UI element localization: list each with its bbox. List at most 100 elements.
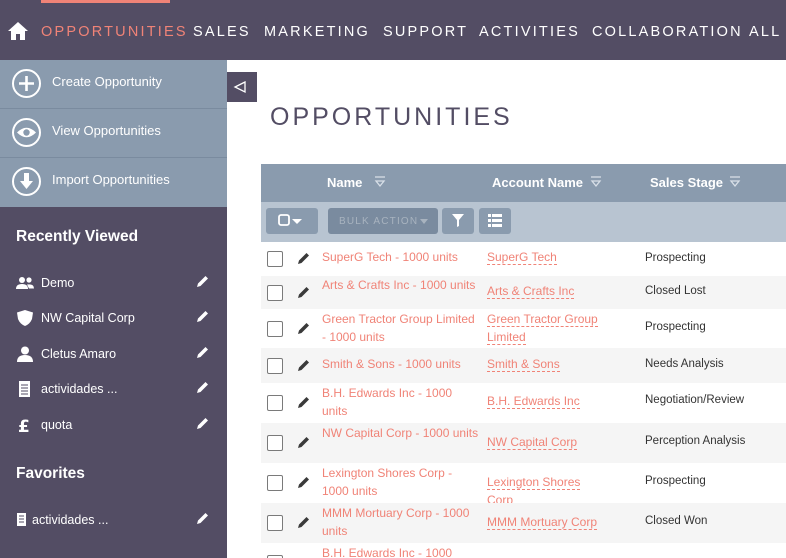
- list-icon: [488, 214, 502, 227]
- column-header-account[interactable]: Account Name: [492, 175, 583, 190]
- table-row: B.H. Edwards Inc - 1000 units: [261, 543, 786, 558]
- pencil-icon[interactable]: [296, 285, 311, 300]
- eye-icon: [12, 118, 41, 147]
- row-checkbox[interactable]: [267, 475, 283, 491]
- opportunity-name-link[interactable]: SuperG Tech - 1000 units: [322, 249, 480, 267]
- nav-item-collaboration[interactable]: COLLABORATION: [592, 24, 743, 40]
- pound-icon: £: [18, 417, 30, 433]
- recent-item-label: Demo: [41, 276, 75, 290]
- account-name-link[interactable]: B.H. Edwards Inc: [487, 393, 605, 411]
- row-checkbox[interactable]: [267, 321, 283, 337]
- plus-circle-icon: [12, 69, 41, 98]
- table-row: SuperG Tech - 1000 units SuperG Tech Pro…: [261, 243, 786, 276]
- sort-icon[interactable]: [589, 176, 603, 190]
- row-checkbox[interactable]: [267, 285, 283, 301]
- select-all-dropdown[interactable]: [266, 208, 318, 234]
- document-icon: [17, 513, 26, 526]
- pencil-icon[interactable]: [296, 358, 311, 373]
- column-header-sales-stage[interactable]: Sales Stage: [650, 175, 723, 190]
- nav-item-marketing[interactable]: MARKETING: [264, 24, 370, 40]
- table-row: NW Capital Corp - 1000 units NW Capital …: [261, 423, 786, 463]
- favorites-title: Favorites: [16, 465, 85, 482]
- table-header: Name Account Name Sales Stage: [261, 164, 786, 202]
- pencil-icon[interactable]: [195, 380, 210, 395]
- sales-stage-value: Closed Lost: [645, 285, 706, 297]
- row-checkbox[interactable]: [267, 435, 283, 451]
- filter-button[interactable]: [442, 208, 474, 234]
- favorite-item-label: actividades ...: [32, 513, 109, 527]
- table-row: Lexington Shores Corp - 1000 units Lexin…: [261, 463, 786, 508]
- account-name-link[interactable]: NW Capital Corp: [487, 434, 605, 452]
- row-checkbox[interactable]: [267, 395, 283, 411]
- pencil-icon[interactable]: [296, 515, 311, 530]
- opportunity-name-link[interactable]: B.H. Edwards Inc - 1000 units: [322, 385, 480, 420]
- row-checkbox[interactable]: [267, 358, 283, 374]
- opportunity-name-link[interactable]: MMM Mortuary Corp - 1000 units: [322, 505, 480, 540]
- opportunity-name-link[interactable]: Green Tractor Group Limited - 1000 units: [322, 311, 480, 346]
- account-name-link[interactable]: Arts & Crafts Inc: [487, 283, 605, 301]
- triangle-left-icon: [233, 80, 246, 94]
- import-opportunities-label: Import Opportunities: [52, 172, 170, 187]
- pencil-icon[interactable]: [195, 416, 210, 431]
- recently-viewed-title: Recently Viewed: [16, 228, 139, 245]
- pencil-icon[interactable]: [296, 251, 311, 266]
- pencil-icon[interactable]: [195, 309, 210, 324]
- table-row: MMM Mortuary Corp - 1000 units MMM Mortu…: [261, 503, 786, 543]
- pencil-icon[interactable]: [296, 435, 311, 450]
- opportunity-name-link[interactable]: Arts & Crafts Inc - 1000 units: [322, 277, 480, 295]
- users-icon: [16, 277, 34, 289]
- top-navigation: OPPORTUNITIES SALES MARKETING SUPPORT AC…: [0, 0, 786, 60]
- page-title: OPPORTUNITIES: [270, 103, 513, 131]
- create-opportunity-action[interactable]: Create Opportunity: [0, 60, 227, 109]
- sales-stage-value: Closed Won: [645, 515, 708, 527]
- recent-item-label: Cletus Amaro: [41, 347, 117, 361]
- row-checkbox[interactable]: [267, 251, 283, 267]
- chevron-down-icon: [420, 219, 428, 224]
- nav-item-support[interactable]: SUPPORT: [383, 24, 468, 40]
- pencil-icon[interactable]: [296, 475, 311, 490]
- opportunity-name-link[interactable]: Lexington Shores Corp - 1000 units: [322, 465, 480, 500]
- column-chooser-button[interactable]: [479, 208, 511, 234]
- opportunity-name-link[interactable]: Smith & Sons - 1000 units: [322, 356, 480, 374]
- nav-item-sales[interactable]: SALES: [193, 24, 251, 40]
- favorite-item-actividades[interactable]: actividades ...: [0, 505, 227, 535]
- nav-item-all[interactable]: ALL: [749, 24, 781, 40]
- sort-icon[interactable]: [373, 176, 387, 190]
- view-opportunities-action[interactable]: View Opportunities: [0, 109, 227, 158]
- recent-item-label: NW Capital Corp: [41, 311, 135, 325]
- account-name-link[interactable]: SuperG Tech: [487, 249, 605, 267]
- recent-item-quota[interactable]: £ quota: [0, 410, 227, 440]
- nav-item-opportunities[interactable]: OPPORTUNITIES: [41, 24, 188, 40]
- column-header-name[interactable]: Name: [327, 175, 362, 190]
- bulk-action-button[interactable]: BULK ACTION: [328, 208, 438, 234]
- recent-item-cletus-amaro[interactable]: Cletus Amaro: [0, 339, 227, 369]
- pencil-icon[interactable]: [195, 345, 210, 360]
- pencil-icon[interactable]: [195, 274, 210, 289]
- view-opportunities-label: View Opportunities: [52, 123, 161, 138]
- pencil-icon[interactable]: [296, 395, 311, 410]
- import-opportunities-action[interactable]: Import Opportunities: [0, 158, 227, 207]
- recent-item-label: quota: [41, 418, 73, 432]
- recent-item-label: actividades ...: [41, 382, 118, 396]
- opportunity-name-link[interactable]: B.H. Edwards Inc - 1000 units: [322, 545, 480, 558]
- recent-item-demo[interactable]: Demo: [0, 268, 227, 298]
- pencil-icon[interactable]: [195, 511, 210, 526]
- pencil-icon[interactable]: [296, 321, 311, 336]
- home-icon[interactable]: [7, 20, 29, 42]
- account-name-link[interactable]: Smith & Sons: [487, 356, 605, 374]
- sidebar-collapse-button[interactable]: [227, 72, 257, 102]
- recent-item-actividades[interactable]: actividades ...: [0, 374, 227, 404]
- account-name-link[interactable]: MMM Mortuary Corp: [487, 514, 605, 532]
- sales-stage-value: Prospecting: [645, 475, 706, 487]
- row-checkbox[interactable]: [267, 515, 283, 531]
- sort-icon[interactable]: [728, 176, 742, 190]
- nav-active-indicator: [41, 0, 170, 3]
- sales-stage-value: Prospecting: [645, 321, 706, 333]
- list-toolbar: BULK ACTION: [261, 202, 786, 242]
- nav-item-activities[interactable]: ACTIVITIES: [479, 24, 580, 40]
- table-row: B.H. Edwards Inc - 1000 units B.H. Edwar…: [261, 383, 786, 423]
- account-name-link[interactable]: Green Tractor Group Limited: [487, 311, 605, 346]
- opportunity-name-link[interactable]: NW Capital Corp - 1000 units: [322, 425, 480, 443]
- recent-item-nw-capital[interactable]: NW Capital Corp: [0, 303, 227, 333]
- sales-stage-value: Negotiation/Review: [645, 394, 745, 406]
